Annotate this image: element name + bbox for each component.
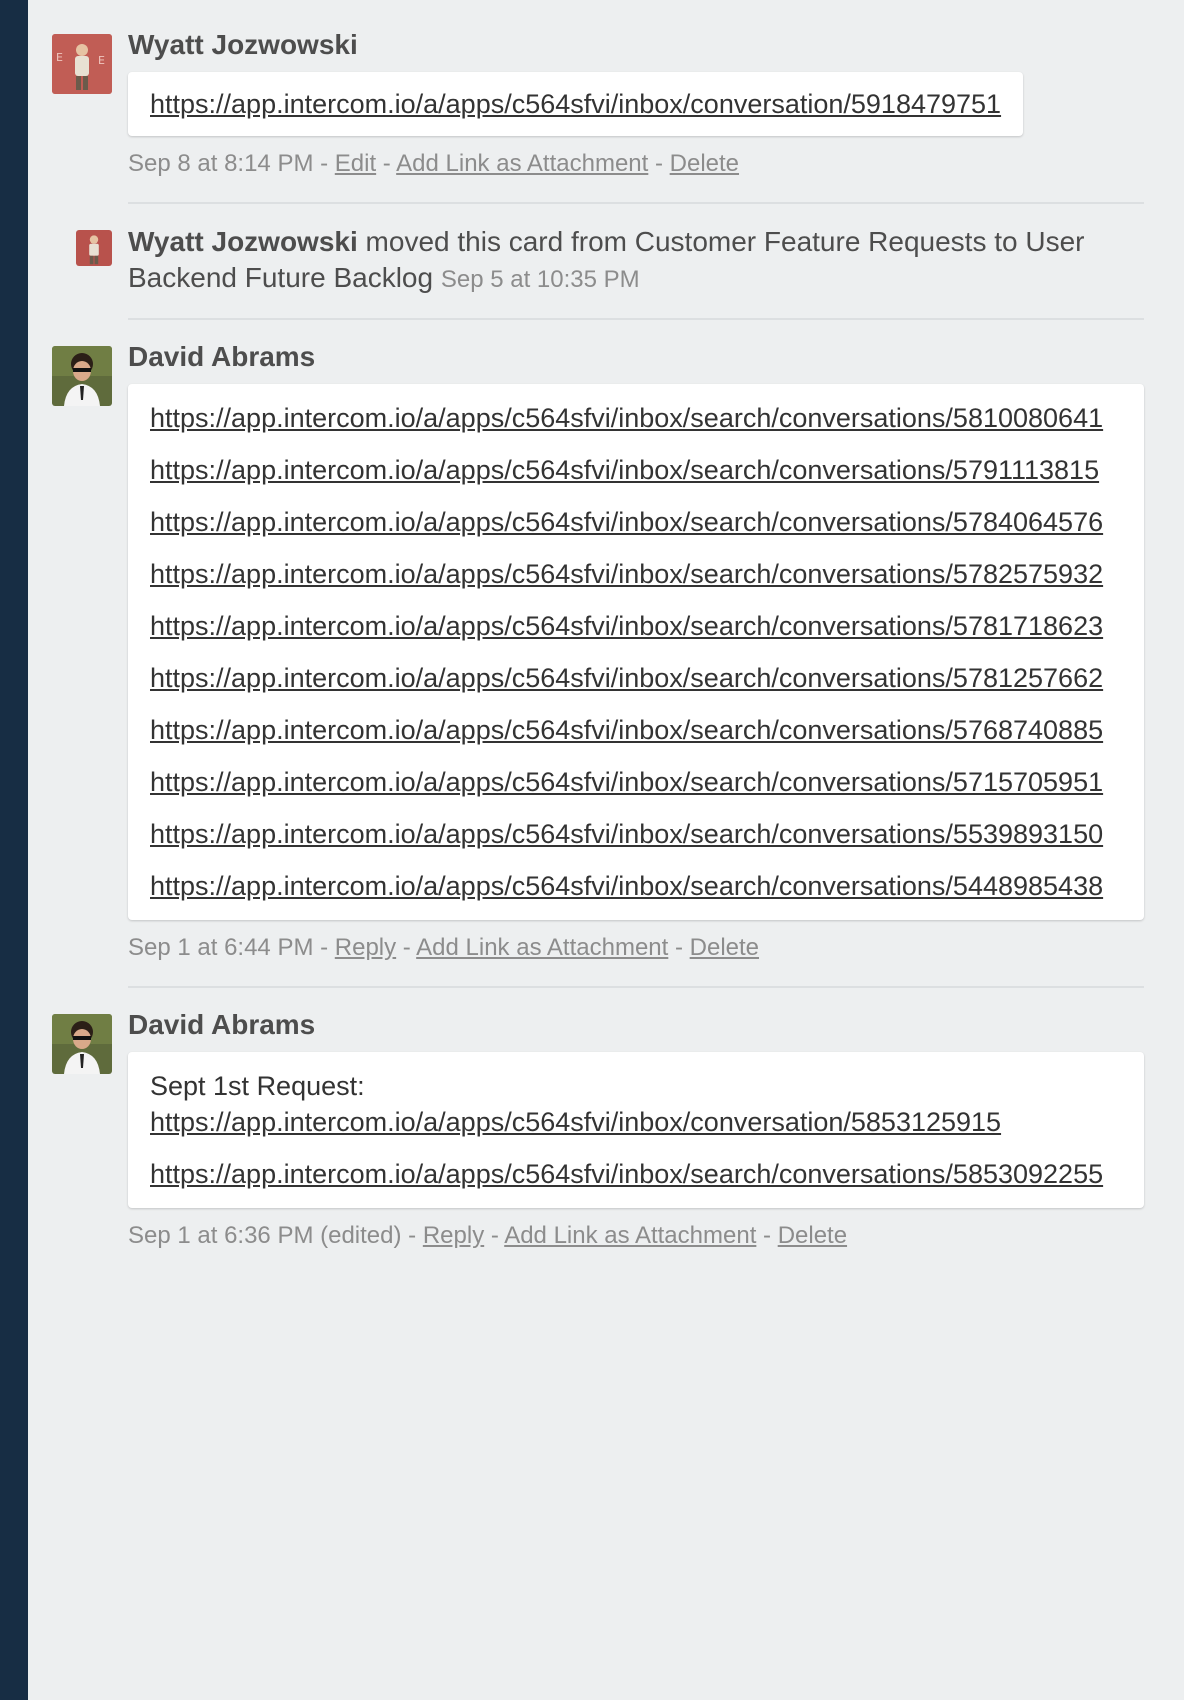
comment-entry: E E Wyatt Jozwowski https://app.intercom… — [52, 0, 1144, 180]
comment-body: https://app.intercom.io/a/apps/c564sfvi/… — [128, 72, 1024, 136]
reply-link[interactable]: Reply — [423, 1222, 484, 1249]
comment-author: Wyatt Jozwowski — [128, 29, 358, 60]
activity-feed: E E Wyatt Jozwowski https://app.intercom… — [52, 0, 1144, 1252]
conversation-link[interactable]: https://app.intercom.io/a/apps/c564sfvi/… — [150, 1159, 1103, 1189]
conversation-link[interactable]: https://app.intercom.io/a/apps/c564sfvi/… — [150, 715, 1103, 745]
comment-meta: Sep 1 at 6:36 PM (edited) - Reply - Add … — [128, 1222, 848, 1249]
comment-intro-text: Sept 1st Request: — [150, 1071, 365, 1101]
conversation-link[interactable]: https://app.intercom.io/a/apps/c564sfvi/… — [150, 455, 1099, 485]
activity-timestamp[interactable]: Sep 5 at 10:35 PM — [441, 266, 640, 293]
delete-link[interactable]: Delete — [690, 934, 759, 961]
avatar-wyatt[interactable]: E E — [52, 34, 112, 94]
add-link-as-attachment-link[interactable]: Add Link as Attachment — [416, 934, 668, 961]
delete-link[interactable]: Delete — [778, 1222, 847, 1249]
activity-entry: Wyatt Jozwowski moved this card from Cus… — [52, 204, 1144, 318]
add-link-as-attachment-link[interactable]: Add Link as Attachment — [504, 1222, 756, 1249]
comment-timestamp[interactable]: Sep 1 at 6:36 PM (edited) — [128, 1222, 402, 1249]
comment-meta: Sep 8 at 8:14 PM - Edit - Add Link as At… — [128, 150, 740, 177]
svg-text:E: E — [56, 51, 63, 64]
conversation-link[interactable]: https://app.intercom.io/a/apps/c564sfvi/… — [150, 559, 1103, 589]
conversation-link[interactable]: https://app.intercom.io/a/apps/c564sfvi/… — [150, 871, 1103, 901]
conversation-link[interactable]: https://app.intercom.io/a/apps/c564sfvi/… — [150, 89, 1001, 119]
avatar-wyatt-small[interactable] — [76, 230, 112, 266]
comment-entry: David Abrams Sept 1st Request: https://a… — [52, 988, 1144, 1252]
comment-timestamp[interactable]: Sep 8 at 8:14 PM — [128, 150, 313, 177]
conversation-link[interactable]: https://app.intercom.io/a/apps/c564sfvi/… — [150, 403, 1103, 433]
avatar-david[interactable] — [52, 346, 112, 406]
add-link-as-attachment-link[interactable]: Add Link as Attachment — [396, 150, 648, 177]
reply-link[interactable]: Reply — [335, 934, 396, 961]
activity-author[interactable]: Wyatt Jozwowski — [128, 226, 358, 257]
conversation-link[interactable]: https://app.intercom.io/a/apps/c564sfvi/… — [150, 767, 1103, 797]
comment-author: David Abrams — [128, 1009, 316, 1040]
delete-link[interactable]: Delete — [670, 150, 739, 177]
avatar-david[interactable] — [52, 1014, 112, 1074]
comment-author: David Abrams — [128, 341, 316, 372]
comment-body: https://app.intercom.io/a/apps/c564sfvi/… — [128, 384, 1144, 920]
comment-timestamp[interactable]: Sep 1 at 6:44 PM — [128, 934, 313, 961]
edit-link[interactable]: Edit — [335, 150, 376, 177]
conversation-link[interactable]: https://app.intercom.io/a/apps/c564sfvi/… — [150, 507, 1103, 537]
comment-body: Sept 1st Request: https://app.intercom.i… — [128, 1052, 1144, 1208]
board-left-rail — [0, 0, 28, 1700]
conversation-link[interactable]: https://app.intercom.io/a/apps/c564sfvi/… — [150, 1107, 1001, 1137]
conversation-link[interactable]: https://app.intercom.io/a/apps/c564sfvi/… — [150, 663, 1103, 693]
comment-meta: Sep 1 at 6:44 PM - Reply - Add Link as A… — [128, 934, 760, 961]
conversation-link[interactable]: https://app.intercom.io/a/apps/c564sfvi/… — [150, 611, 1103, 641]
svg-text:E: E — [98, 54, 105, 67]
comment-entry: David Abrams https://app.intercom.io/a/a… — [52, 320, 1144, 964]
conversation-link[interactable]: https://app.intercom.io/a/apps/c564sfvi/… — [150, 819, 1103, 849]
